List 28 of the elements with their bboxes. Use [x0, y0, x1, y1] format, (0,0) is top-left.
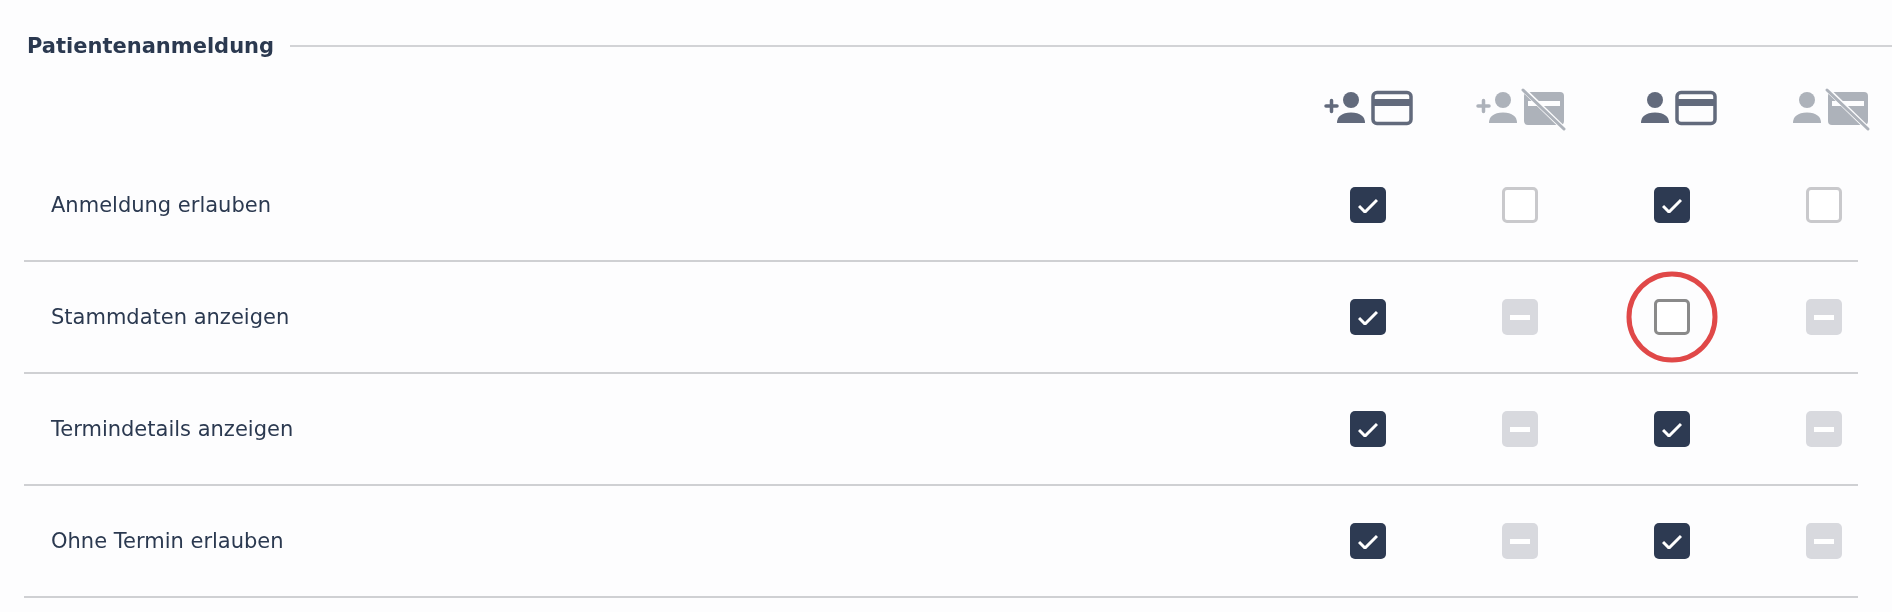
checkbox[interactable]: [1654, 187, 1690, 223]
checkbox[interactable]: [1350, 299, 1386, 335]
check-icon: [1662, 533, 1682, 549]
dash-icon: [1510, 314, 1530, 320]
checkbox[interactable]: [1502, 187, 1538, 223]
checkbox[interactable]: [1654, 299, 1690, 335]
dash-icon: [1814, 314, 1834, 320]
section-title: Patientenanmeldung: [26, 34, 275, 58]
check-icon: [1662, 197, 1682, 213]
permission-label: Termindetails anzeigen: [50, 417, 294, 441]
checkbox[interactable]: [1654, 411, 1690, 447]
checkbox[interactable]: [1350, 411, 1386, 447]
check-icon: [1358, 197, 1378, 213]
check-icon: [1358, 309, 1378, 325]
dash-icon: [1510, 538, 1530, 544]
permission-label: Anmeldung erlauben: [50, 193, 271, 217]
checkbox[interactable]: [1350, 523, 1386, 559]
dash-icon: [1814, 538, 1834, 544]
check-icon: [1358, 533, 1378, 549]
check-icon: [1358, 421, 1378, 437]
dash-icon: [1510, 426, 1530, 432]
checkbox[interactable]: [1654, 523, 1690, 559]
permission-label: Stammdaten anzeigen: [50, 305, 290, 329]
dash-icon: [1814, 426, 1834, 432]
permission-label: Ohne Termin erlauben: [50, 529, 284, 553]
checkbox[interactable]: [1350, 187, 1386, 223]
checkbox[interactable]: [1806, 187, 1842, 223]
check-icon: [1662, 421, 1682, 437]
